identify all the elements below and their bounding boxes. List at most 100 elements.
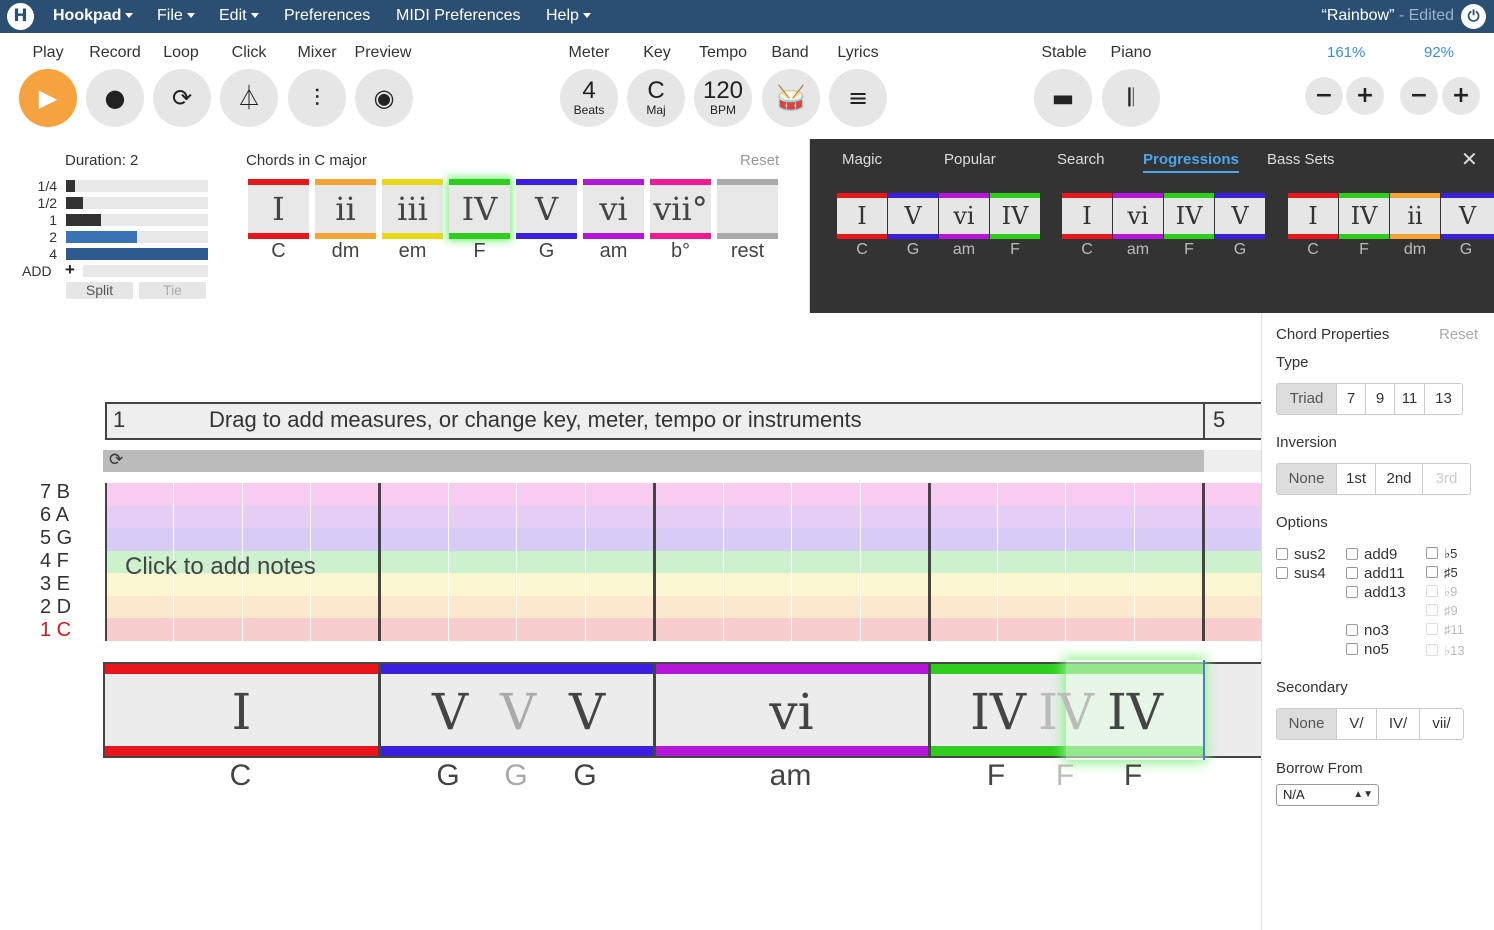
- sheet-chord[interactable]: IV: [1095, 676, 1175, 748]
- inversion-1st[interactable]: 1st: [1337, 464, 1376, 494]
- type-triad[interactable]: Triad: [1277, 384, 1337, 414]
- checkbox[interactable]: [1346, 548, 1358, 560]
- secondary-vii[interactable]: vii/: [1420, 709, 1463, 739]
- close-icon[interactable]: ✕: [1461, 147, 1478, 171]
- palette-chord-ii[interactable]: ii: [315, 179, 376, 239]
- checkbox[interactable]: [1426, 604, 1438, 616]
- progression-chord[interactable]: I: [1062, 193, 1112, 239]
- progression-chord[interactable]: vi: [1113, 193, 1163, 239]
- option-no5[interactable]: no5: [1346, 641, 1389, 658]
- sheet-chord[interactable]: IV: [1026, 676, 1106, 748]
- add-bar[interactable]: [83, 265, 208, 277]
- checkbox[interactable]: [1426, 585, 1438, 597]
- preview-button[interactable]: ◉: [355, 69, 413, 127]
- menu-preferences[interactable]: Preferences: [284, 0, 370, 33]
- tab-popular[interactable]: Popular: [944, 151, 996, 168]
- tempo-button[interactable]: 120 BPM: [694, 69, 752, 127]
- progression-chord[interactable]: vi: [939, 193, 989, 239]
- palette-chord-vi[interactable]: vi: [583, 179, 644, 239]
- menu-help[interactable]: Help: [546, 0, 591, 33]
- power-icon[interactable]: ⏻: [1461, 4, 1486, 29]
- progression-chord[interactable]: I: [837, 193, 887, 239]
- secondary-none[interactable]: None: [1277, 709, 1337, 739]
- palette-chord-V[interactable]: V: [516, 179, 577, 239]
- checkbox[interactable]: [1276, 567, 1288, 579]
- checkbox[interactable]: [1346, 624, 1358, 636]
- checkbox[interactable]: [1346, 586, 1358, 598]
- progression-chord[interactable]: IV: [1164, 193, 1214, 239]
- progression-chord[interactable]: I: [1288, 193, 1338, 239]
- palette-chord-vii-dim[interactable]: vii°: [650, 179, 711, 239]
- checkbox[interactable]: [1426, 566, 1438, 578]
- note-lane[interactable]: [105, 483, 1265, 506]
- option-sharp5[interactable]: ♯5: [1426, 565, 1458, 580]
- tab-bass-sets[interactable]: Bass Sets: [1267, 151, 1335, 168]
- sheet-chord[interactable]: V: [483, 676, 553, 748]
- checkbox[interactable]: [1426, 644, 1438, 656]
- sheet-chord[interactable]: V: [415, 676, 485, 748]
- duration-bar-one[interactable]: [66, 214, 208, 226]
- tab-progressions[interactable]: Progressions: [1143, 151, 1239, 173]
- mixer-button[interactable]: ⫶: [288, 69, 346, 127]
- key-button[interactable]: C Maj: [627, 69, 685, 127]
- duration-bar-four[interactable]: [66, 248, 208, 260]
- palette-reset-button[interactable]: Reset: [740, 152, 779, 169]
- stable-button[interactable]: ▬: [1034, 69, 1092, 127]
- option-flat5[interactable]: ♭5: [1426, 546, 1457, 562]
- secondary-v[interactable]: V/: [1337, 709, 1377, 739]
- option-add13[interactable]: add13: [1346, 584, 1406, 601]
- checkbox[interactable]: [1426, 547, 1438, 559]
- progression-chord[interactable]: IV: [990, 193, 1040, 239]
- zoom-ui-out-button[interactable]: −: [1400, 77, 1438, 115]
- zoom-ui-in-button[interactable]: +: [1442, 77, 1480, 115]
- sheet-chord[interactable]: vi: [655, 676, 928, 748]
- note-lane[interactable]: [105, 596, 1265, 618]
- progression-chord[interactable]: IV: [1339, 193, 1389, 239]
- option-flat9[interactable]: ♭9: [1426, 584, 1457, 600]
- type-7[interactable]: 7: [1337, 384, 1366, 414]
- option-sharp9[interactable]: ♯9: [1426, 603, 1458, 618]
- duration-bar-quarter[interactable]: [66, 180, 208, 192]
- option-sus2[interactable]: sus2: [1276, 546, 1326, 563]
- chord-track[interactable]: I V V V vi IV IV IV: [103, 660, 1263, 760]
- option-add9[interactable]: add9: [1346, 546, 1397, 563]
- note-lane[interactable]: [105, 528, 1265, 551]
- menu-file[interactable]: File: [157, 0, 195, 33]
- click-button[interactable]: ⏃: [220, 69, 278, 127]
- progression-chord[interactable]: V: [1215, 193, 1265, 239]
- hookpad-logo[interactable]: H: [7, 3, 34, 30]
- palette-rest[interactable]: [717, 179, 778, 239]
- progression-chord[interactable]: V: [888, 193, 938, 239]
- borrow-from-select[interactable]: N/A ▲▼: [1276, 784, 1379, 806]
- tab-search[interactable]: Search: [1057, 151, 1105, 168]
- checkbox[interactable]: [1346, 567, 1358, 579]
- menu-edit[interactable]: Edit: [219, 0, 259, 33]
- notes-grid[interactable]: Click to add notes: [105, 483, 1265, 641]
- record-button[interactable]: ●: [86, 69, 144, 127]
- progression-chord[interactable]: ii: [1390, 193, 1440, 239]
- option-sus4[interactable]: sus4: [1276, 565, 1326, 582]
- note-lane[interactable]: [105, 506, 1265, 528]
- zoom-sheet-out-button[interactable]: −: [1305, 77, 1343, 115]
- checkbox[interactable]: [1346, 643, 1358, 655]
- menu-midi-preferences[interactable]: MIDI Preferences: [396, 0, 520, 33]
- inversion-none[interactable]: None: [1277, 464, 1337, 494]
- properties-reset-button[interactable]: Reset: [1439, 326, 1478, 343]
- duration-bar-two[interactable]: [66, 231, 208, 243]
- add-icon[interactable]: +: [65, 260, 75, 280]
- loop-button[interactable]: ⟳: [153, 69, 211, 127]
- measure-bar[interactable]: 1 Drag to add measures, or change key, m…: [105, 402, 1265, 440]
- progression-chord[interactable]: V: [1441, 193, 1494, 239]
- inversion-2nd[interactable]: 2nd: [1376, 464, 1423, 494]
- loop-icon[interactable]: ⟳: [109, 450, 123, 470]
- palette-chord-IV[interactable]: IV: [449, 179, 510, 239]
- sheet-chord[interactable]: I: [105, 676, 378, 748]
- type-13[interactable]: 13: [1425, 384, 1462, 414]
- option-no3[interactable]: no3: [1346, 622, 1389, 639]
- duration-bar-half[interactable]: [66, 197, 208, 209]
- note-lane[interactable]: [105, 618, 1265, 641]
- type-9[interactable]: 9: [1366, 384, 1395, 414]
- menu-hookpad[interactable]: Hookpad: [53, 0, 134, 33]
- loop-bar[interactable]: ⟳: [103, 450, 1263, 472]
- inversion-3rd[interactable]: 3rd: [1423, 464, 1470, 494]
